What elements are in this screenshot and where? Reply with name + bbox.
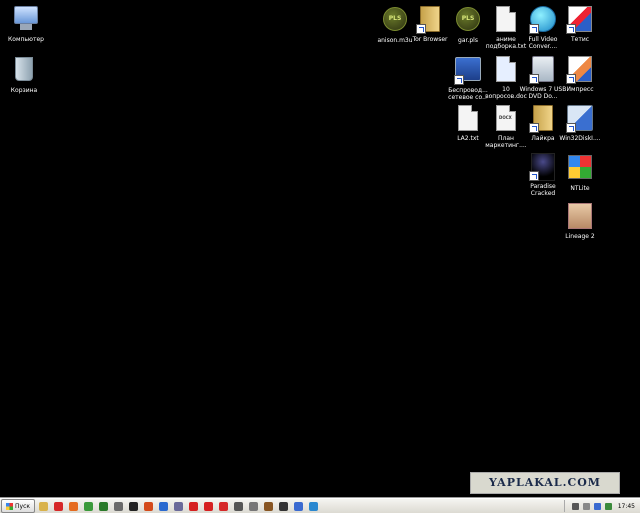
- app-icon[interactable]: [144, 501, 153, 511]
- docx-file-icon: DOCX: [492, 105, 520, 133]
- playlist-icon: PLS: [454, 7, 482, 35]
- game-icon: [566, 203, 594, 231]
- desktop: Компьютер Корзина PLS anison.m3u Tor Bro…: [0, 0, 640, 498]
- desktop-icon-recycle-bin[interactable]: Корзина: [0, 54, 48, 94]
- tor-browser-icon: [416, 6, 444, 34]
- desktop-icon-ntlite[interactable]: NTLite: [556, 152, 604, 192]
- youtube-icon[interactable]: [189, 501, 198, 511]
- torrent-icon[interactable]: [114, 501, 123, 511]
- tray-icon[interactable]: [571, 502, 579, 510]
- desktop-icon-label: Компьютер: [8, 36, 44, 43]
- app-icon[interactable]: [279, 501, 288, 511]
- desktop-icon-label: Корзина: [10, 87, 38, 94]
- impress-icon: [566, 56, 594, 84]
- desktop-icon-lineage-2[interactable]: Lineage 2: [556, 201, 604, 240]
- tetris-icon: [566, 6, 594, 34]
- desktop-icon-label: Win32DiskI....: [559, 135, 601, 142]
- tray-icon[interactable]: [582, 502, 590, 510]
- windows-logo-icon: [6, 502, 13, 510]
- help-icon[interactable]: [309, 501, 318, 511]
- quick-launch: [39, 501, 324, 511]
- computer-icon: [12, 6, 40, 34]
- app-icon[interactable]: [234, 501, 243, 511]
- vivaldi-icon[interactable]: [219, 501, 228, 511]
- app-icon[interactable]: [294, 501, 303, 511]
- volume-icon[interactable]: [593, 502, 601, 510]
- text-file-icon: [492, 6, 520, 34]
- network-connection-icon: [454, 57, 482, 85]
- desktop-icon-label: Импресс: [566, 86, 594, 93]
- doc-file-icon: [492, 56, 520, 84]
- app-icon[interactable]: [174, 501, 183, 511]
- desktop-icon-tetris[interactable]: Тетис: [556, 4, 604, 43]
- system-tray: 17:45: [563, 500, 640, 512]
- explorer-icon[interactable]: [39, 501, 48, 511]
- start-button[interactable]: Пуск: [1, 499, 35, 513]
- watermark: YAPLAKAL.COM: [470, 472, 620, 494]
- usb-dvd-tool-icon: [529, 56, 557, 84]
- game-icon: [529, 153, 557, 181]
- app-icon[interactable]: [204, 501, 213, 511]
- app-icon[interactable]: [264, 501, 273, 511]
- app-icon[interactable]: [129, 501, 138, 511]
- start-label: Пуск: [15, 502, 30, 510]
- clock: 17:45: [617, 502, 635, 510]
- desktop-icon-computer[interactable]: Компьютер: [2, 4, 50, 43]
- ntlite-icon: [566, 155, 594, 183]
- desktop-icon-label: NTLite: [570, 185, 590, 192]
- desktop-icon-label: Lineage 2: [565, 233, 595, 240]
- playlist-icon: PLS: [381, 7, 409, 35]
- disk-imager-icon: [566, 105, 594, 133]
- desktop-icon-impress[interactable]: Импресс: [556, 54, 604, 93]
- desktop-icon-win32diskimager[interactable]: Win32DiskI....: [556, 103, 604, 142]
- video-converter-icon: [529, 6, 557, 34]
- text-file-icon: [454, 105, 482, 133]
- desktop-icon-label: Тетис: [570, 36, 590, 43]
- network-icon[interactable]: [604, 502, 612, 510]
- recycle-bin-icon: [10, 57, 38, 85]
- chrome-icon[interactable]: [84, 501, 93, 511]
- media-icon[interactable]: [99, 501, 108, 511]
- app-icon[interactable]: [249, 501, 258, 511]
- taskbar: Пуск 17:45: [0, 498, 640, 513]
- firefox-icon[interactable]: [69, 501, 78, 511]
- folder-icon: [529, 105, 557, 133]
- opera-icon[interactable]: [54, 501, 63, 511]
- app-icon[interactable]: [159, 501, 168, 511]
